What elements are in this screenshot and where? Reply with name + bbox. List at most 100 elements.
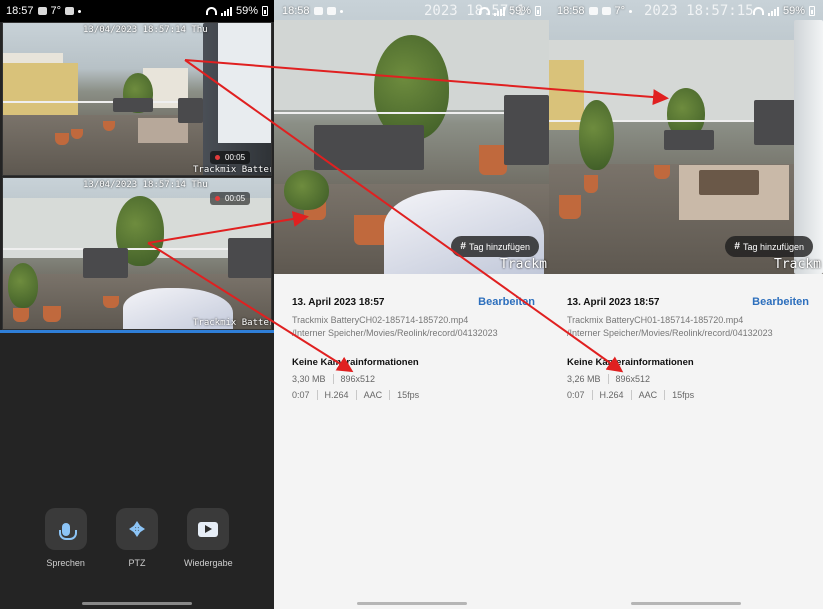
talk-button-surface[interactable]	[44, 508, 87, 550]
wifi-icon	[752, 7, 764, 15]
playback-label: Wiedergabe	[184, 558, 233, 568]
record-dot-icon	[215, 196, 220, 201]
talk-button[interactable]: Sprechen	[36, 508, 96, 568]
playback-button-surface[interactable]	[187, 508, 230, 550]
video-preview[interactable]: 2023 18:57:1 Trackm # Tag hinzufügen	[274, 0, 549, 274]
file-meta-row1: 3,26 MB 896x512	[567, 374, 809, 384]
camera-timestamp: 13/04/2023 18:57:14 Thu	[83, 180, 208, 190]
status-bar: 18:58 59%	[274, 0, 549, 22]
video-info: 13. April 2023 18:57 Bearbeiten Trackmix…	[292, 296, 535, 400]
playback-button[interactable]: Wiedergabe	[178, 508, 238, 568]
battery-percent: 59%	[235, 5, 258, 17]
battery-icon	[262, 6, 268, 16]
camera-app-screen: 18:57 7° 59% 13/04/2023 18:57:14 Thu 00:…	[0, 0, 274, 609]
video-info: 13. April 2023 18:57 Bearbeiten Trackmix…	[567, 296, 809, 400]
video-date: 13. April 2023 18:57	[567, 297, 660, 308]
file-size: 3,30 MB	[292, 374, 326, 384]
resolution: 896x512	[332, 374, 375, 384]
resolution: 896x512	[607, 374, 650, 384]
audio-codec: AAC	[630, 390, 657, 400]
signal-icon	[493, 6, 505, 16]
recording-time: 00:05	[225, 194, 246, 203]
camera-view-top[interactable]: 13/04/2023 18:57:14 Thu 00:05 Trackmix B…	[2, 22, 272, 176]
video-details-screen-ch02: 18:58 59% 2023 18:57:1 Trackm # Tag hinz…	[274, 0, 549, 609]
record-dot-icon	[215, 155, 220, 160]
status-temp: 7°	[50, 5, 62, 17]
recording-indicator: 00:05	[210, 151, 251, 164]
video-preview[interactable]: 2023 18:57:15 Trackm # Tag hinzufügen	[549, 0, 823, 274]
duration: 0:07	[567, 390, 585, 400]
video-frame	[549, 0, 823, 274]
wifi-icon	[478, 7, 490, 15]
ptz-label: PTZ	[128, 558, 146, 568]
ptz-button[interactable]: PTZ	[107, 508, 167, 568]
frame-rate: 15fps	[389, 390, 419, 400]
camera-actions: Sprechen PTZ Wiedergabe	[0, 508, 274, 568]
signal-icon	[767, 6, 779, 16]
status-time: 18:58	[557, 5, 585, 17]
duration: 0:07	[292, 390, 310, 400]
playback-icon	[198, 521, 219, 537]
video-date: 13. April 2023 18:57	[292, 297, 385, 308]
image-icon	[326, 7, 336, 15]
camera-timestamp: 13/04/2023 18:57:14 Thu	[83, 25, 208, 35]
home-indicator[interactable]	[356, 602, 467, 605]
camera-info-heading: Keine Kamerainformationen	[292, 357, 419, 368]
video-details-screen-ch01: 18:58 7° 59% 2023 18:57:15 Trackm # Tag …	[549, 0, 823, 609]
battery-icon	[809, 6, 815, 16]
home-indicator[interactable]	[631, 602, 741, 605]
battery-percent: 59%	[508, 5, 531, 17]
frame-rate: 15fps	[664, 390, 694, 400]
camera-name: Trackmix Battery	[193, 165, 272, 175]
image-icon	[588, 7, 598, 15]
hashtag-icon: #	[734, 241, 740, 252]
video-camera-overlay: Trackm	[500, 257, 547, 272]
file-meta-row2: 0:07 H.264 AAC 15fps	[292, 390, 535, 400]
app-notification-icon	[65, 7, 75, 15]
video-frame	[274, 0, 549, 274]
file-name: Trackmix BatteryCH01-185714-185720.mp4	[567, 315, 744, 325]
edit-button[interactable]: Bearbeiten	[752, 296, 809, 308]
file-path: /Interner Speicher/Movies/Reolink/record…	[567, 328, 773, 338]
file-path: /Interner Speicher/Movies/Reolink/record…	[292, 328, 498, 338]
status-time: 18:57	[6, 5, 34, 17]
wifi-icon	[205, 7, 217, 15]
talk-label: Sprechen	[46, 558, 85, 568]
home-indicator[interactable]	[82, 602, 192, 605]
camera-name: Trackmix Battery	[193, 318, 272, 328]
live-progress-bar	[0, 330, 274, 333]
more-dot-icon	[339, 9, 343, 13]
more-dot-icon	[629, 9, 633, 13]
file-meta-row2: 0:07 H.264 AAC 15fps	[567, 390, 809, 400]
file-name: Trackmix BatteryCH02-185714-185720.mp4	[292, 315, 469, 325]
microphone-icon	[58, 522, 77, 540]
status-bar: 18:58 7° 59%	[549, 0, 823, 22]
ptz-arrows-icon	[127, 519, 147, 539]
signal-icon	[220, 6, 232, 16]
battery-icon	[535, 6, 541, 16]
codec: H.264	[316, 390, 349, 400]
status-bar: 18:57 7° 59%	[0, 0, 274, 22]
status-time: 18:58	[282, 5, 310, 17]
notification-icon	[37, 7, 47, 15]
add-tag-label: Tag hinzufügen	[742, 241, 804, 252]
cloud-icon	[601, 7, 611, 15]
hashtag-icon: #	[460, 241, 466, 252]
video-camera-overlay: Trackm	[774, 257, 821, 272]
cloud-icon	[313, 7, 323, 15]
codec: H.264	[591, 390, 624, 400]
add-tag-button[interactable]: # Tag hinzufügen	[725, 236, 813, 257]
battery-percent: 59%	[782, 5, 805, 17]
add-tag-label: Tag hinzufügen	[468, 241, 530, 252]
audio-codec: AAC	[355, 390, 382, 400]
more-dot-icon	[78, 9, 82, 13]
status-temp: 7°	[614, 5, 626, 17]
recording-indicator: 00:05	[210, 192, 251, 205]
file-size: 3,26 MB	[567, 374, 601, 384]
ptz-button-surface[interactable]	[115, 508, 158, 550]
file-meta-row1: 3,30 MB 896x512	[292, 374, 535, 384]
camera-view-bottom[interactable]: 13/04/2023 18:57:14 Thu 00:05 Trackmix B…	[2, 177, 272, 330]
recording-time: 00:05	[225, 153, 246, 162]
edit-button[interactable]: Bearbeiten	[478, 296, 535, 308]
add-tag-button[interactable]: # Tag hinzufügen	[451, 236, 539, 257]
